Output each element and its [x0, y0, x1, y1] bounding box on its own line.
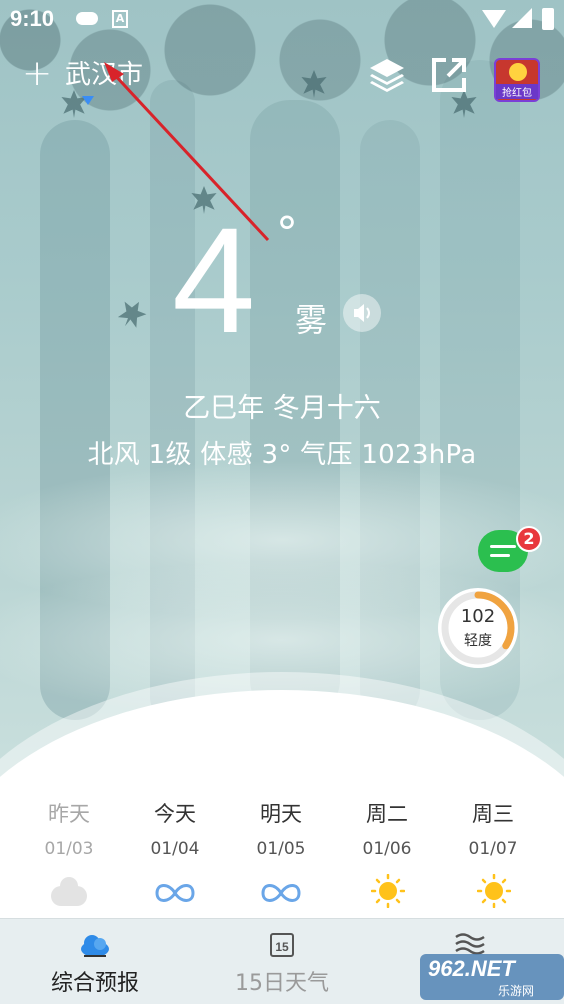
leaf-decoration	[113, 295, 151, 333]
forecast-day-date: 01/05	[256, 839, 306, 859]
cloud-icon	[81, 935, 109, 957]
tab-15-day-label: 15日天气	[235, 971, 329, 996]
lunar-date: 乙巳年 冬月十六	[183, 393, 381, 424]
message-count-badge: 2	[516, 526, 542, 552]
calendar-icon-text: 15	[275, 940, 289, 954]
tab-overview[interactable]: 综合预报	[30, 919, 160, 1004]
cloud-icon	[49, 872, 89, 912]
watermark-brand: 962.NET	[428, 956, 515, 981]
forecast-day-name: 周三	[472, 802, 514, 826]
forecast-day-name: 明天	[260, 802, 302, 826]
daily-forecast-strip: 昨天 01/03 今天 01/04 明天 01/05 周二 01/06 周三 0…	[0, 796, 564, 916]
watermark-subtitle: 乐游网	[498, 984, 535, 998]
weather-condition: 雾	[295, 301, 328, 339]
forecast-day-date: 01/03	[44, 839, 94, 859]
forecast-day-date: 01/07	[468, 839, 518, 859]
sun-icon	[473, 872, 513, 912]
message-line	[490, 554, 510, 557]
forecast-day[interactable]: 周二 01/06	[334, 796, 440, 912]
forecast-day[interactable]: 明天 01/05	[228, 796, 334, 912]
forecast-day-name: 今天	[154, 802, 196, 826]
sun-icon	[367, 872, 407, 912]
fog-icon	[155, 872, 195, 912]
site-watermark: 962.NET 乐游网	[420, 954, 564, 1000]
aqi-value: 102	[460, 606, 496, 627]
forecast-day-date: 01/06	[362, 839, 412, 859]
air-quality-button[interactable]: 102 轻度	[438, 588, 518, 668]
forecast-day[interactable]: 周三 01/07	[440, 796, 546, 912]
calendar-icon: 15	[270, 933, 294, 957]
annotation-arrow	[104, 62, 270, 242]
tab-overview-label: 综合预报	[50, 971, 139, 996]
aqi-ring	[441, 591, 515, 665]
fog-icon	[261, 872, 301, 912]
forecast-day-name: 昨天	[48, 802, 90, 826]
tab-15-day[interactable]: 15 15日天气	[220, 919, 344, 1004]
forecast-day-name: 周二	[366, 802, 408, 826]
forecast-day-date: 01/04	[150, 839, 200, 859]
forecast-day[interactable]: 昨天 01/03	[16, 796, 122, 912]
aqi-level: 轻度	[464, 633, 492, 649]
message-line	[490, 545, 516, 548]
forecast-day[interactable]: 今天 01/04	[122, 796, 228, 912]
weather-details: 北风 1级 体感 3° 气压 1023hPa	[87, 440, 477, 470]
